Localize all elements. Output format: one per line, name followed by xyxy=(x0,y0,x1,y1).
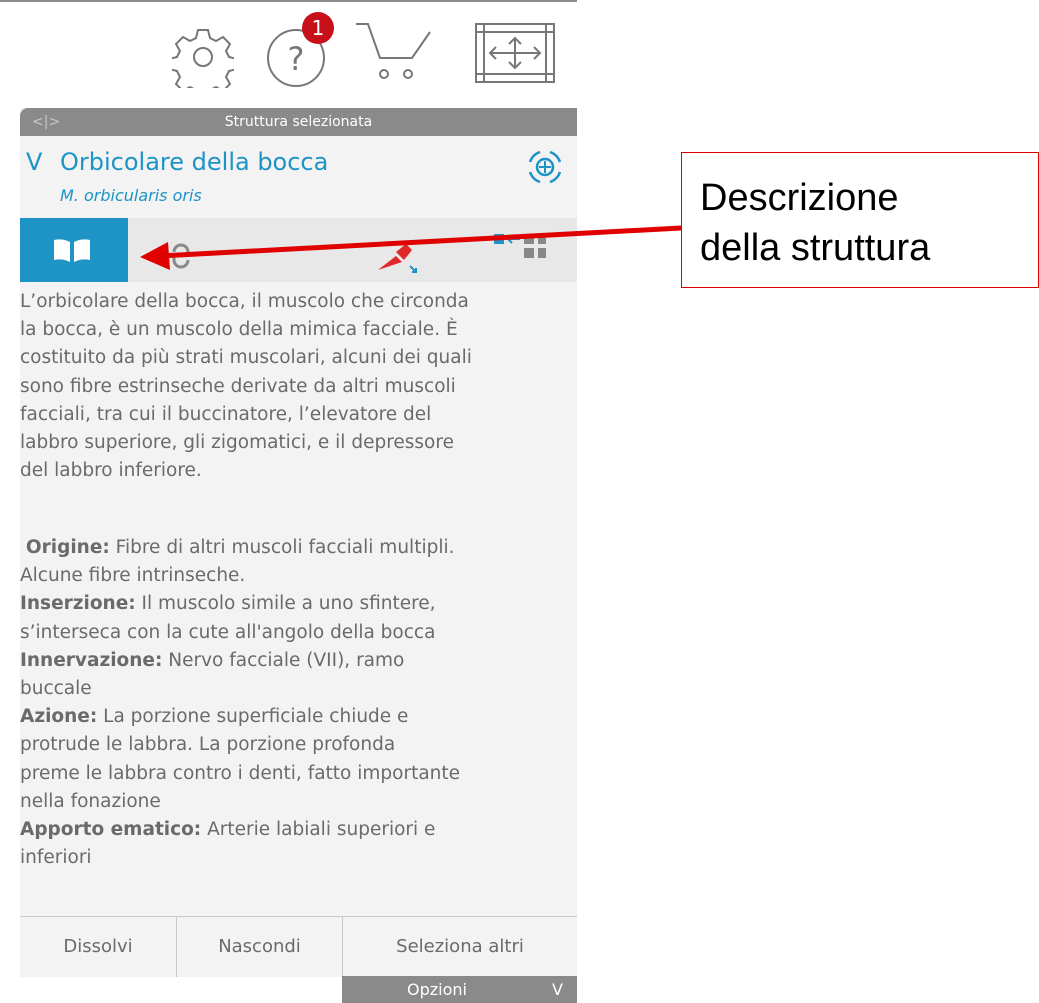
action-row-2: protrude le labbra. La porzione profonda xyxy=(20,734,396,756)
options-label: Opzioni xyxy=(407,980,467,999)
selected-structure: V Orbicolare della bocca M. orbicularis … xyxy=(20,136,577,218)
panel-collapse-toggle[interactable]: <|> xyxy=(32,108,60,136)
top-divider xyxy=(0,0,577,2)
callout-text: Descrizione della struttura xyxy=(700,173,930,273)
chevron-down-icon: V xyxy=(552,980,563,999)
action-row-3: preme le labbra contro i denti, fatto im… xyxy=(20,762,461,784)
book-icon xyxy=(54,239,90,262)
insertion-label: Inserzione: xyxy=(20,593,136,615)
description-paragraph: L’orbicolare della bocca, il muscolo che… xyxy=(20,288,567,485)
structure-latin-name: M. orbicularis oris xyxy=(60,186,202,205)
action-label: Azione: xyxy=(20,706,98,728)
callout-line: della struttura xyxy=(700,227,931,269)
blood-text: Arterie labiali superiori e xyxy=(201,819,436,841)
description-line: facciali, tra cui il buccinatore, l’elev… xyxy=(20,403,432,425)
layout-icon xyxy=(494,234,546,258)
gear-icon[interactable] xyxy=(172,26,234,88)
tab-connections[interactable] xyxy=(130,218,240,282)
select-others-button[interactable]: Seleziona altri xyxy=(343,917,577,977)
description-line: la bocca, è un muscolo della mimica facc… xyxy=(20,319,458,341)
notification-badge: 1 xyxy=(302,12,334,44)
callout-line: Descrizione xyxy=(700,177,899,219)
structure-name: Orbicolare della bocca xyxy=(60,148,329,176)
pin-icon xyxy=(378,244,417,273)
link-icon xyxy=(172,243,190,269)
description-line: sono fibre estrinseche derivate da altri… xyxy=(20,375,456,397)
innervation-label: Innervazione: xyxy=(20,649,163,671)
annotation-callout: Descrizione della struttura xyxy=(681,152,1039,288)
dissolve-button[interactable]: Dissolvi xyxy=(20,917,176,977)
action-text: La porzione superficiale chiude e xyxy=(97,706,409,728)
hide-button[interactable]: Nascondi xyxy=(177,917,342,977)
blood-label: Apporto ematico: xyxy=(20,819,202,841)
innervation-text: Nervo facciale (VII), ramo xyxy=(162,649,405,671)
description-line: costituito da più strati muscolari, alcu… xyxy=(20,347,472,369)
tab-pin[interactable] xyxy=(342,218,452,282)
cart-icon[interactable] xyxy=(354,22,436,82)
blood-row-2: inferiori xyxy=(20,847,92,869)
origin-row: Origine: Fibre di altri muscoli facciali… xyxy=(20,534,567,562)
panel-header-title: Struttura selezionata xyxy=(224,114,373,130)
description-line: L’orbicolare della bocca, il muscolo che… xyxy=(20,291,469,312)
structure-panel: <|> Struttura selezionata V Orbicolare d… xyxy=(20,108,577,977)
panel-header: <|> Struttura selezionata xyxy=(20,108,577,136)
panel-actions: Dissolvi Nascondi Seleziona altri xyxy=(20,916,577,977)
tab-layout[interactable] xyxy=(466,218,576,282)
action-row-4: nella fonazione xyxy=(20,790,161,812)
chevron-down-icon[interactable]: V xyxy=(26,148,42,176)
options-dropdown[interactable]: Opzioni V xyxy=(342,976,577,1003)
origin-row-2: Alcune fibre intrinseche. xyxy=(20,565,246,587)
description-line: del labbro inferiore. xyxy=(20,460,202,482)
description-fields: Origine: Fibre di altri muscoli facciali… xyxy=(20,534,567,872)
innervation-row-2: buccale xyxy=(20,678,92,700)
insertion-row-2: s’interseca con la cute all'angolo della… xyxy=(20,621,436,643)
svg-text:?: ? xyxy=(288,40,305,78)
panel-tabs xyxy=(20,218,577,282)
fullscreen-icon[interactable] xyxy=(474,22,556,84)
origin-text: Fibre di altri muscoli facciali multipli… xyxy=(109,537,455,558)
action-row: Azione: La porzione superficiale chiude … xyxy=(20,703,567,731)
origin-label: Origine: xyxy=(25,537,110,558)
description-line: labbro superiore, gli zigomatici, e il d… xyxy=(20,432,454,454)
insertion-text: Il muscolo simile a uno sfintere, xyxy=(135,593,436,615)
insertion-row: Inserzione: Il muscolo simile a uno sfin… xyxy=(20,590,567,618)
tab-description[interactable] xyxy=(20,218,128,282)
target-icon[interactable] xyxy=(526,148,564,186)
blood-row: Apporto ematico: Arterie labiali superio… xyxy=(20,816,567,844)
innervation-row: Innervazione: Nervo facciale (VII), ramo xyxy=(20,647,567,675)
